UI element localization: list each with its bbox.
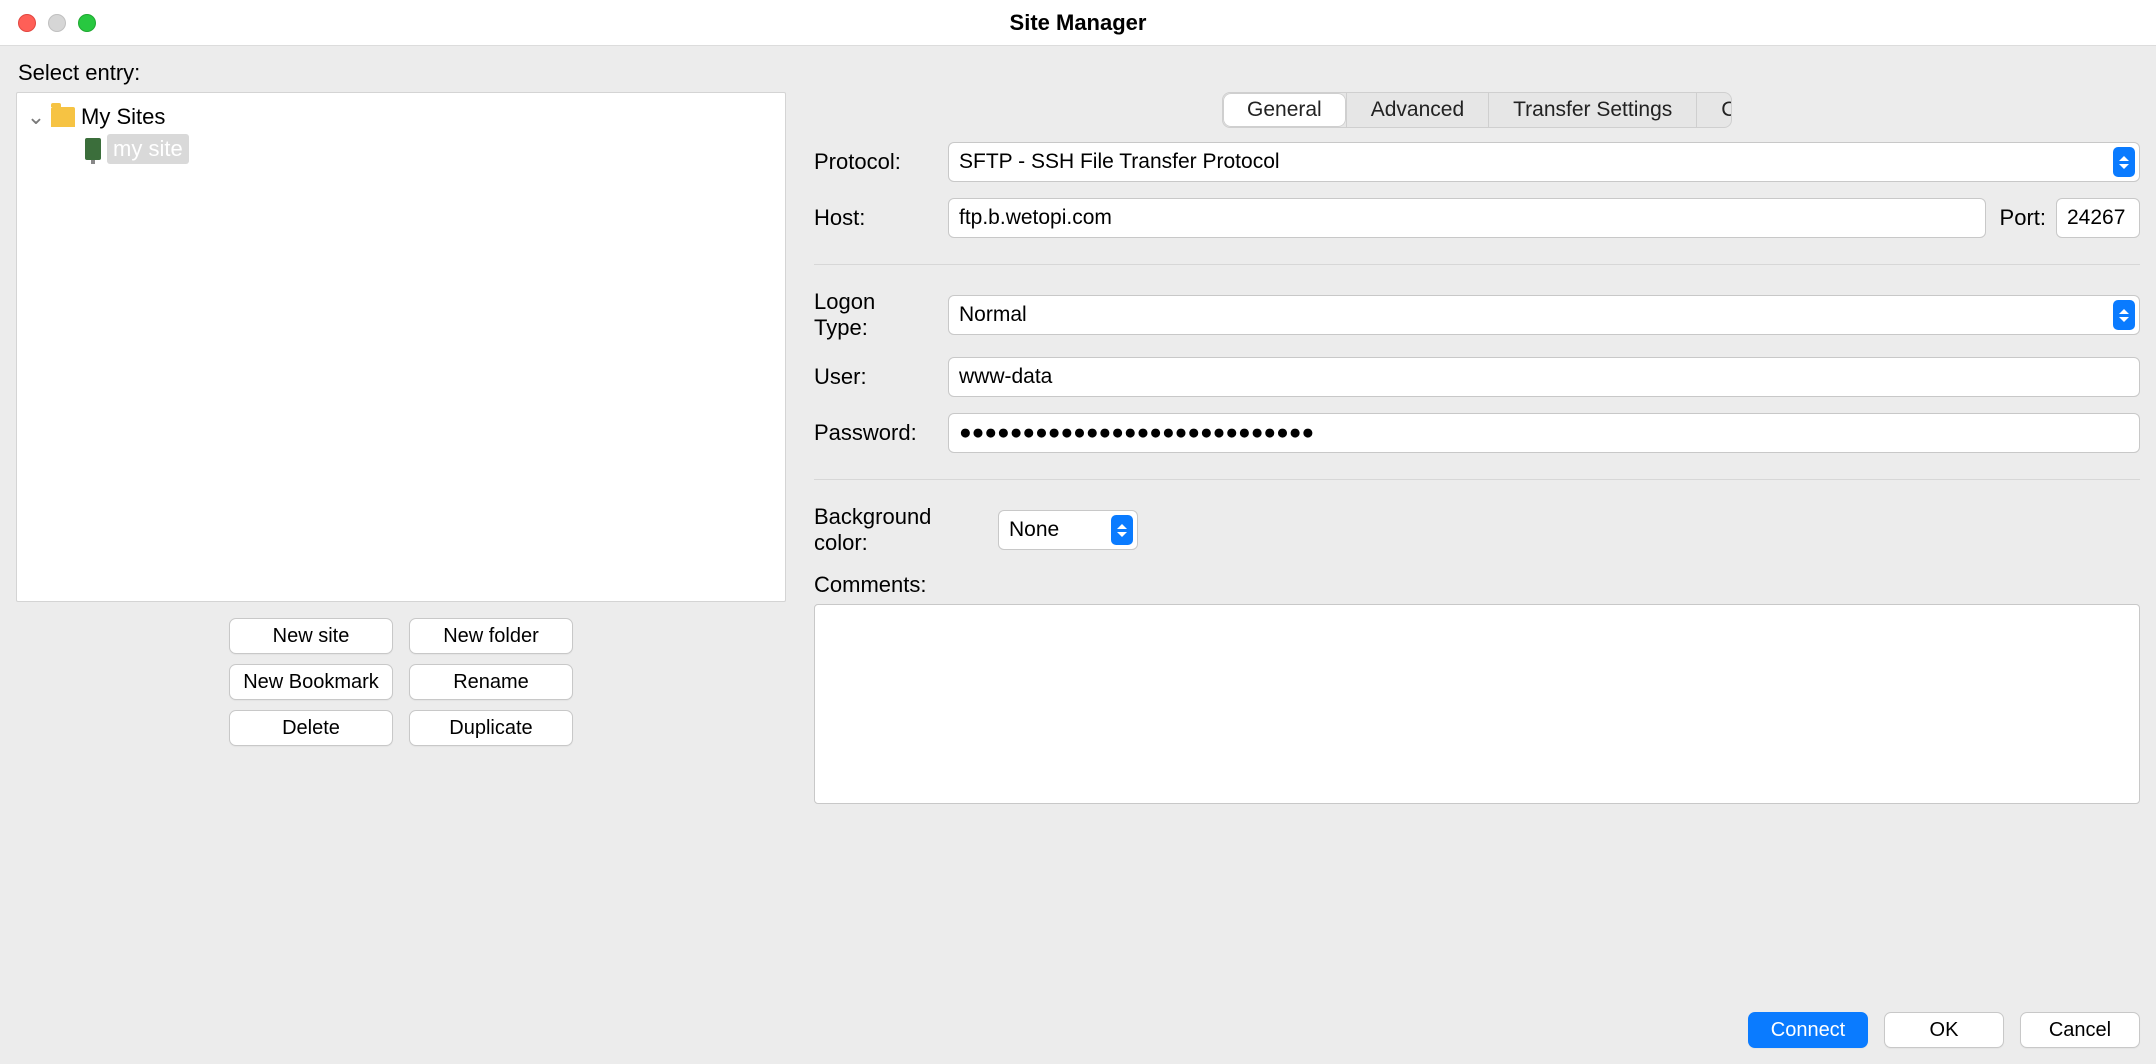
- tab-general[interactable]: General: [1223, 93, 1346, 127]
- rename-button[interactable]: Rename: [409, 664, 573, 700]
- dialog-footer: Connect OK Cancel: [16, 990, 2140, 1048]
- user-label: User:: [814, 364, 934, 390]
- updown-icon: [2113, 147, 2135, 177]
- background-color-select[interactable]: None: [998, 510, 1138, 550]
- port-input[interactable]: [2067, 206, 2129, 230]
- connect-button[interactable]: Connect: [1748, 1012, 1868, 1048]
- cancel-button[interactable]: Cancel: [2020, 1012, 2140, 1048]
- comments-textarea[interactable]: [814, 604, 2140, 804]
- server-icon: [85, 138, 101, 160]
- delete-button[interactable]: Delete: [229, 710, 393, 746]
- host-input[interactable]: [959, 206, 1975, 230]
- folder-icon: [51, 107, 75, 127]
- logon-type-value: Normal: [959, 303, 1027, 327]
- titlebar: Site Manager: [0, 0, 2156, 46]
- new-site-button[interactable]: New site: [229, 618, 393, 654]
- window-title: Site Manager: [1010, 10, 1147, 36]
- comments-label: Comments:: [814, 572, 2140, 598]
- divider: [814, 479, 2140, 480]
- duplicate-button[interactable]: Duplicate: [409, 710, 573, 746]
- new-bookmark-button[interactable]: New Bookmark: [229, 664, 393, 700]
- window-controls: [18, 14, 96, 32]
- password-input[interactable]: [959, 421, 2129, 445]
- protocol-value: SFTP - SSH File Transfer Protocol: [959, 150, 1280, 174]
- tree-root-row[interactable]: ⌄ My Sites: [27, 101, 775, 133]
- background-color-value: None: [1009, 518, 1059, 542]
- tab-transfer-settings[interactable]: Transfer Settings: [1488, 93, 1696, 127]
- zoom-icon[interactable]: [78, 14, 96, 32]
- divider: [814, 264, 2140, 265]
- updown-icon: [1111, 515, 1133, 545]
- password-label: Password:: [814, 420, 934, 446]
- chevron-down-icon[interactable]: ⌄: [27, 104, 45, 130]
- tree-site-label: my site: [107, 134, 189, 164]
- tree-root-label: My Sites: [81, 104, 165, 130]
- updown-icon: [2113, 300, 2135, 330]
- site-buttons: New site New folder New Bookmark Rename …: [229, 618, 573, 746]
- site-tree[interactable]: ⌄ My Sites my site: [16, 92, 786, 602]
- tree-site-row[interactable]: my site: [85, 133, 775, 165]
- background-color-label: Background color:: [814, 504, 984, 556]
- user-input[interactable]: [959, 365, 2129, 389]
- new-folder-button[interactable]: New folder: [409, 618, 573, 654]
- select-entry-label: Select entry:: [18, 60, 2140, 86]
- minimize-icon[interactable]: [48, 14, 66, 32]
- close-icon[interactable]: [18, 14, 36, 32]
- tab-advanced[interactable]: Advanced: [1346, 93, 1488, 127]
- port-label: Port:: [2000, 205, 2046, 231]
- tab-charset[interactable]: Charset: [1696, 93, 1732, 127]
- logon-type-label: Logon Type:: [814, 289, 934, 341]
- settings-tabs: General Advanced Transfer Settings Chars…: [1222, 92, 1732, 128]
- ok-button[interactable]: OK: [1884, 1012, 2004, 1048]
- logon-type-select[interactable]: Normal: [948, 295, 2140, 335]
- protocol-label: Protocol:: [814, 149, 934, 175]
- protocol-select[interactable]: SFTP - SSH File Transfer Protocol: [948, 142, 2140, 182]
- host-label: Host:: [814, 205, 934, 231]
